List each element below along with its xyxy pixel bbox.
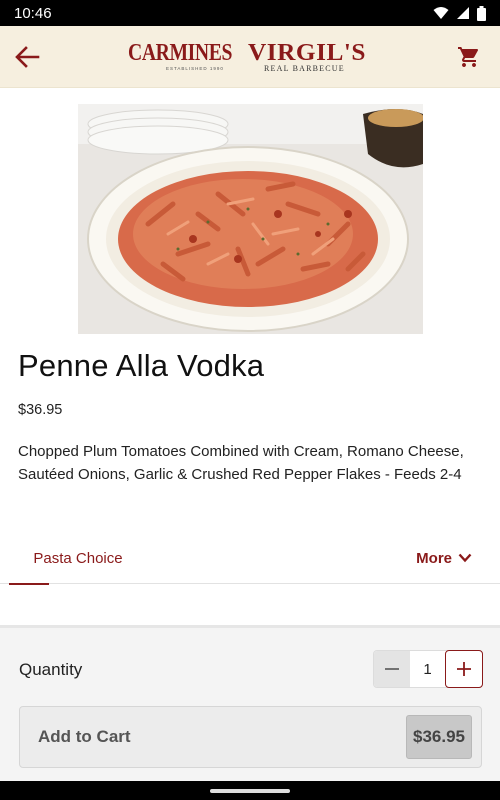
purchase-panel: Quantity 1 Add to Cart $36.95 xyxy=(0,625,500,800)
add-to-cart-total: $36.95 xyxy=(406,715,472,759)
add-to-cart-button[interactable]: Add to Cart $36.95 xyxy=(19,706,482,768)
product-title: Penne Alla Vodka xyxy=(18,348,265,383)
wifi-icon xyxy=(433,7,449,19)
option-tabs: Pasta Choice More xyxy=(0,532,500,585)
app-header: CARMINES ESTABLISHED 1990 VIRGIL'S REAL … xyxy=(0,26,500,88)
quantity-value[interactable]: 1 xyxy=(410,651,445,687)
tab-more[interactable]: More xyxy=(416,532,472,584)
brand-carmines-text: CARMINES xyxy=(128,40,232,66)
brand-virgils-text: VIRGIL'S xyxy=(248,40,366,66)
tab-pasta-choice-label: Pasta Choice xyxy=(33,549,123,567)
signal-icon xyxy=(457,7,469,19)
brand-logo: CARMINES ESTABLISHED 1990 VIRGIL'S REAL … xyxy=(128,40,366,73)
product-description: Chopped Plum Tomatoes Combined with Crea… xyxy=(18,443,464,483)
system-nav-bar xyxy=(0,781,500,800)
product-price: $36.95 xyxy=(18,402,63,418)
brand-carmines-sub: ESTABLISHED 1990 xyxy=(166,66,224,71)
quantity-label: Quantity xyxy=(19,660,83,679)
status-bar: 10:46 xyxy=(0,0,500,26)
gesture-handle[interactable] xyxy=(210,789,290,793)
quantity-increment-button[interactable] xyxy=(445,650,483,688)
brand-virgils-sub: REAL BARBECUE xyxy=(264,64,345,73)
chevron-down-icon xyxy=(458,553,472,563)
quantity-stepper: 1 xyxy=(373,650,483,688)
plus-icon xyxy=(457,662,471,676)
minus-icon xyxy=(385,668,399,670)
cart-icon xyxy=(458,47,479,67)
cart-button[interactable] xyxy=(452,40,486,74)
quantity-decrement-button[interactable] xyxy=(374,651,410,687)
tab-pasta-choice[interactable]: Pasta Choice xyxy=(8,532,148,585)
battery-icon xyxy=(477,5,486,21)
add-to-cart-label: Add to Cart xyxy=(38,727,131,746)
status-icons xyxy=(433,5,486,21)
back-button[interactable] xyxy=(8,38,46,76)
status-time: 10:46 xyxy=(14,4,52,22)
back-arrow-icon xyxy=(15,46,40,68)
pasta-dish-illustration xyxy=(78,104,423,334)
tab-active-indicator xyxy=(9,583,49,585)
product-image xyxy=(78,104,423,334)
tab-more-label: More xyxy=(416,549,452,567)
